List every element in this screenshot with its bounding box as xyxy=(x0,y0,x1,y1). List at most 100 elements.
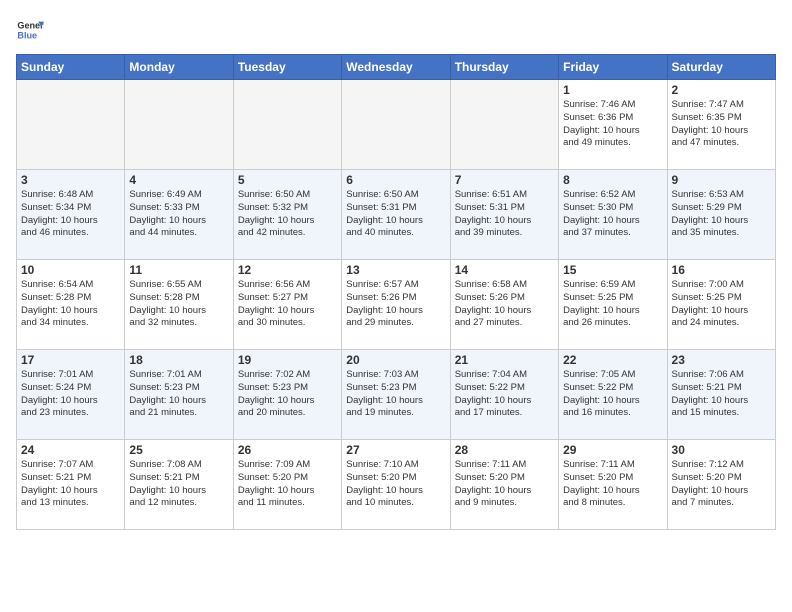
calendar-day-cell: 9 Sunrise: 6:53 AM Sunset: 5:29 PM Daylig… xyxy=(667,170,775,260)
calendar-week-row: 10Sunrise: 6:54 AM Sunset: 5:28 PM Dayli… xyxy=(17,260,776,350)
calendar-day-cell: 30 Sunrise: 7:12 AM Sunset: 5:20 PM Dayli… xyxy=(667,440,775,530)
day-number: 1 xyxy=(563,83,662,97)
day-of-week-header: Saturday xyxy=(667,55,775,80)
day-number: 9 xyxy=(672,173,771,187)
day-number: 4 xyxy=(129,173,228,187)
calendar-week-row: 17 Sunrise: 7:01 AM Sunset: 5:24 PM Dayli… xyxy=(17,350,776,440)
day-number: 21 xyxy=(455,353,554,367)
day-number: 29 xyxy=(563,443,662,457)
calendar-day-cell xyxy=(125,80,233,170)
day-info: Sunrise: 7:10 AM Sunset: 5:20 PM Dayligh… xyxy=(346,459,445,510)
calendar-day-cell: 3 Sunrise: 6:48 AM Sunset: 5:34 PM Daylig… xyxy=(17,170,125,260)
day-info: Sunrise: 6:53 AM Sunset: 5:29 PM Dayligh… xyxy=(672,189,771,240)
calendar-day-cell: 21 Sunrise: 7:04 AM Sunset: 5:22 PM Dayli… xyxy=(450,350,558,440)
day-number: 24 xyxy=(21,443,120,457)
day-number: 30 xyxy=(672,443,771,457)
calendar-day-cell: 5 Sunrise: 6:50 AM Sunset: 5:32 PM Daylig… xyxy=(233,170,341,260)
calendar-day-cell: 23 Sunrise: 7:06 AM Sunset: 5:21 PM Dayli… xyxy=(667,350,775,440)
day-info: Sunrise: 6:50 AM Sunset: 5:31 PM Dayligh… xyxy=(346,189,445,240)
day-of-week-header: Friday xyxy=(559,55,667,80)
calendar-table: SundayMondayTuesdayWednesdayThursdayFrid… xyxy=(16,54,776,530)
day-number: 17 xyxy=(21,353,120,367)
day-info: Sunrise: 7:47 AM Sunset: 6:35 PM Dayligh… xyxy=(672,99,771,150)
day-number: 6 xyxy=(346,173,445,187)
calendar-day-cell: 17 Sunrise: 7:01 AM Sunset: 5:24 PM Dayli… xyxy=(17,350,125,440)
calendar-header-row: SundayMondayTuesdayWednesdayThursdayFrid… xyxy=(17,55,776,80)
calendar-day-cell: 26 Sunrise: 7:09 AM Sunset: 5:20 PM Dayli… xyxy=(233,440,341,530)
calendar-day-cell: 22 Sunrise: 7:05 AM Sunset: 5:22 PM Dayli… xyxy=(559,350,667,440)
day-number: 27 xyxy=(346,443,445,457)
logo-icon: General Blue xyxy=(16,16,44,44)
calendar-day-cell: 14 Sunrise: 6:58 AM Sunset: 5:26 PM Dayli… xyxy=(450,260,558,350)
day-number: 26 xyxy=(238,443,337,457)
calendar-day-cell: 19Sunrise: 7:02 AM Sunset: 5:23 PM Dayli… xyxy=(233,350,341,440)
calendar-day-cell: 7 Sunrise: 6:51 AM Sunset: 5:31 PM Daylig… xyxy=(450,170,558,260)
day-number: 7 xyxy=(455,173,554,187)
day-number: 22 xyxy=(563,353,662,367)
day-info: Sunrise: 7:08 AM Sunset: 5:21 PM Dayligh… xyxy=(129,459,228,510)
calendar-week-row: 24 Sunrise: 7:07 AM Sunset: 5:21 PM Dayli… xyxy=(17,440,776,530)
calendar-day-cell: 8 Sunrise: 6:52 AM Sunset: 5:30 PM Daylig… xyxy=(559,170,667,260)
calendar-week-row: 1 Sunrise: 7:46 AM Sunset: 6:36 PM Daylig… xyxy=(17,80,776,170)
day-info: Sunrise: 6:57 AM Sunset: 5:26 PM Dayligh… xyxy=(346,279,445,330)
day-info: Sunrise: 6:58 AM Sunset: 5:26 PM Dayligh… xyxy=(455,279,554,330)
day-info: Sunrise: 7:46 AM Sunset: 6:36 PM Dayligh… xyxy=(563,99,662,150)
calendar-day-cell: 10Sunrise: 6:54 AM Sunset: 5:28 PM Dayli… xyxy=(17,260,125,350)
day-number: 11 xyxy=(129,263,228,277)
calendar-day-cell xyxy=(450,80,558,170)
day-info: Sunrise: 6:59 AM Sunset: 5:25 PM Dayligh… xyxy=(563,279,662,330)
day-number: 5 xyxy=(238,173,337,187)
calendar-day-cell: 29 Sunrise: 7:11 AM Sunset: 5:20 PM Dayli… xyxy=(559,440,667,530)
calendar-day-cell: 4 Sunrise: 6:49 AM Sunset: 5:33 PM Daylig… xyxy=(125,170,233,260)
day-number: 23 xyxy=(672,353,771,367)
calendar-day-cell: 2 Sunrise: 7:47 AM Sunset: 6:35 PM Daylig… xyxy=(667,80,775,170)
day-info: Sunrise: 7:07 AM Sunset: 5:21 PM Dayligh… xyxy=(21,459,120,510)
day-number: 14 xyxy=(455,263,554,277)
day-number: 28 xyxy=(455,443,554,457)
page-header: General Blue xyxy=(16,16,776,44)
calendar-day-cell: 13Sunrise: 6:57 AM Sunset: 5:26 PM Dayli… xyxy=(342,260,450,350)
day-info: Sunrise: 6:51 AM Sunset: 5:31 PM Dayligh… xyxy=(455,189,554,240)
calendar-day-cell: 1 Sunrise: 7:46 AM Sunset: 6:36 PM Daylig… xyxy=(559,80,667,170)
day-of-week-header: Thursday xyxy=(450,55,558,80)
calendar-day-cell: 28 Sunrise: 7:11 AM Sunset: 5:20 PM Dayli… xyxy=(450,440,558,530)
calendar-week-row: 3 Sunrise: 6:48 AM Sunset: 5:34 PM Daylig… xyxy=(17,170,776,260)
calendar-day-cell xyxy=(342,80,450,170)
calendar-day-cell xyxy=(17,80,125,170)
day-info: Sunrise: 7:09 AM Sunset: 5:20 PM Dayligh… xyxy=(238,459,337,510)
day-info: Sunrise: 6:55 AM Sunset: 5:28 PM Dayligh… xyxy=(129,279,228,330)
day-info: Sunrise: 7:11 AM Sunset: 5:20 PM Dayligh… xyxy=(563,459,662,510)
day-number: 10 xyxy=(21,263,120,277)
day-info: Sunrise: 7:01 AM Sunset: 5:24 PM Dayligh… xyxy=(21,369,120,420)
day-info: Sunrise: 7:05 AM Sunset: 5:22 PM Dayligh… xyxy=(563,369,662,420)
calendar-day-cell: 18Sunrise: 7:01 AM Sunset: 5:23 PM Dayli… xyxy=(125,350,233,440)
day-number: 12 xyxy=(238,263,337,277)
day-info: Sunrise: 6:56 AM Sunset: 5:27 PM Dayligh… xyxy=(238,279,337,330)
day-number: 20 xyxy=(346,353,445,367)
day-of-week-header: Sunday xyxy=(17,55,125,80)
day-info: Sunrise: 7:04 AM Sunset: 5:22 PM Dayligh… xyxy=(455,369,554,420)
day-info: Sunrise: 7:00 AM Sunset: 5:25 PM Dayligh… xyxy=(672,279,771,330)
day-number: 8 xyxy=(563,173,662,187)
day-number: 16 xyxy=(672,263,771,277)
day-info: Sunrise: 6:48 AM Sunset: 5:34 PM Dayligh… xyxy=(21,189,120,240)
day-info: Sunrise: 7:12 AM Sunset: 5:20 PM Dayligh… xyxy=(672,459,771,510)
day-number: 3 xyxy=(21,173,120,187)
day-of-week-header: Wednesday xyxy=(342,55,450,80)
day-info: Sunrise: 6:50 AM Sunset: 5:32 PM Dayligh… xyxy=(238,189,337,240)
day-info: Sunrise: 6:52 AM Sunset: 5:30 PM Dayligh… xyxy=(563,189,662,240)
logo: General Blue xyxy=(16,16,44,44)
day-info: Sunrise: 7:06 AM Sunset: 5:21 PM Dayligh… xyxy=(672,369,771,420)
day-info: Sunrise: 7:11 AM Sunset: 5:20 PM Dayligh… xyxy=(455,459,554,510)
day-of-week-header: Tuesday xyxy=(233,55,341,80)
day-info: Sunrise: 6:49 AM Sunset: 5:33 PM Dayligh… xyxy=(129,189,228,240)
calendar-day-cell: 15Sunrise: 6:59 AM Sunset: 5:25 PM Dayli… xyxy=(559,260,667,350)
calendar-day-cell: 11 Sunrise: 6:55 AM Sunset: 5:28 PM Dayli… xyxy=(125,260,233,350)
day-number: 19 xyxy=(238,353,337,367)
calendar-day-cell xyxy=(233,80,341,170)
calendar-day-cell: 25 Sunrise: 7:08 AM Sunset: 5:21 PM Dayli… xyxy=(125,440,233,530)
day-number: 2 xyxy=(672,83,771,97)
calendar-day-cell: 27 Sunrise: 7:10 AM Sunset: 5:20 PM Dayli… xyxy=(342,440,450,530)
calendar-day-cell: 12 Sunrise: 6:56 AM Sunset: 5:27 PM Dayli… xyxy=(233,260,341,350)
day-number: 25 xyxy=(129,443,228,457)
